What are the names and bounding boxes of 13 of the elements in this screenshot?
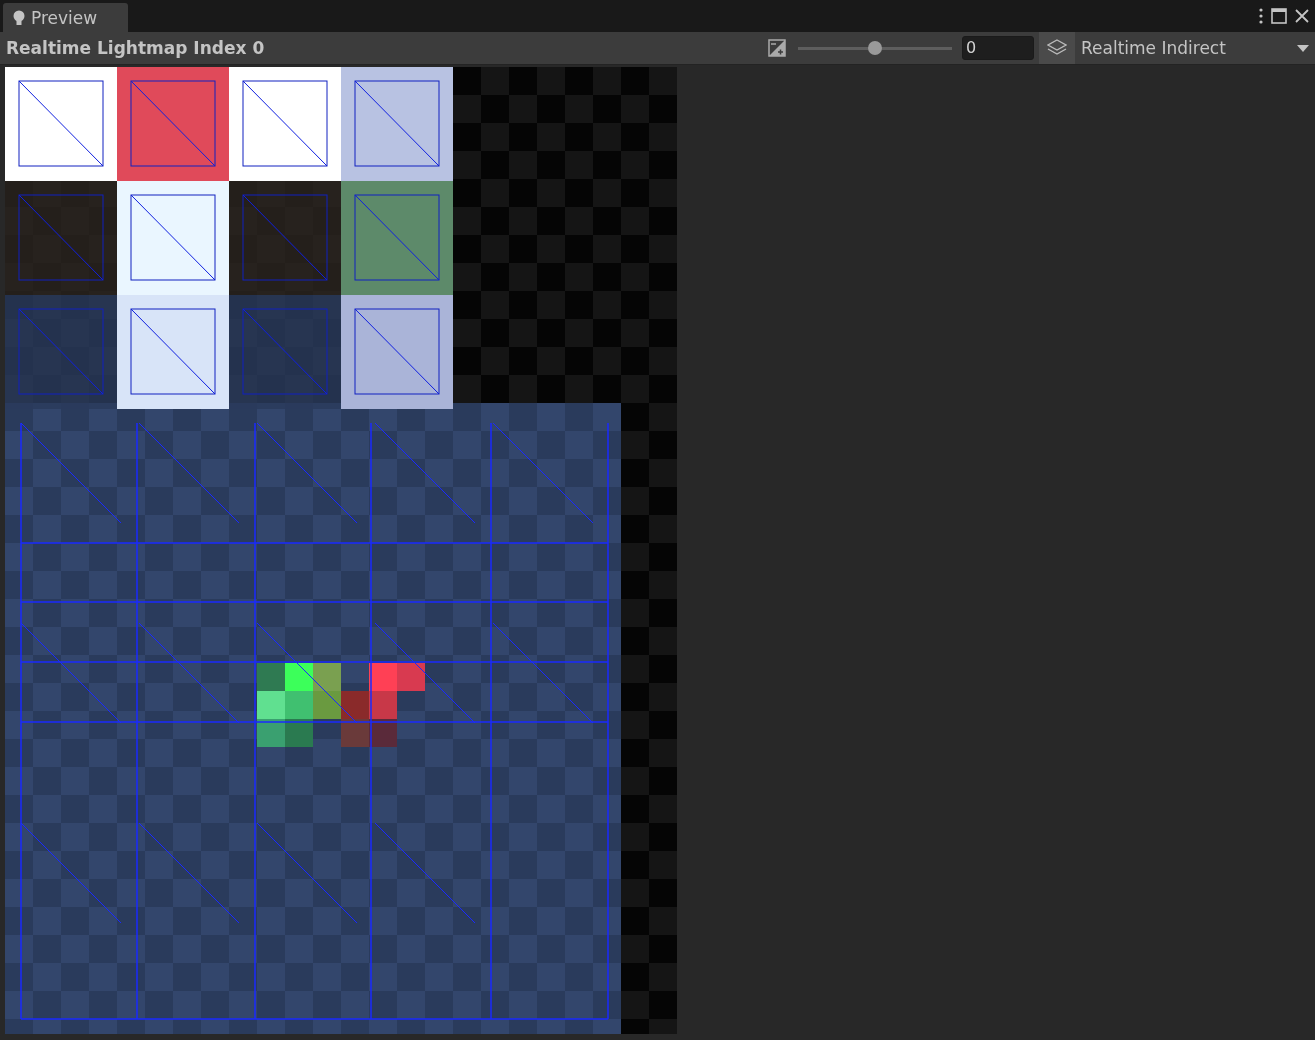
- preview-title: Realtime Lightmap Index 0: [5, 38, 266, 58]
- layers-button[interactable]: [1039, 32, 1075, 64]
- exposure-field[interactable]: 0: [962, 36, 1034, 60]
- preview-tab[interactable]: Preview: [3, 3, 128, 32]
- lightbulb-icon: [13, 9, 25, 26]
- exposure-icon: [768, 39, 786, 57]
- caret-icon: [1297, 44, 1309, 52]
- layers-icon: [1047, 39, 1067, 57]
- close-icon[interactable]: [1295, 9, 1309, 23]
- slider-thumb[interactable]: [868, 41, 882, 55]
- more-options-icon[interactable]: [1259, 8, 1263, 24]
- maximize-icon[interactable]: [1271, 8, 1287, 24]
- tab-title: Preview: [31, 7, 98, 28]
